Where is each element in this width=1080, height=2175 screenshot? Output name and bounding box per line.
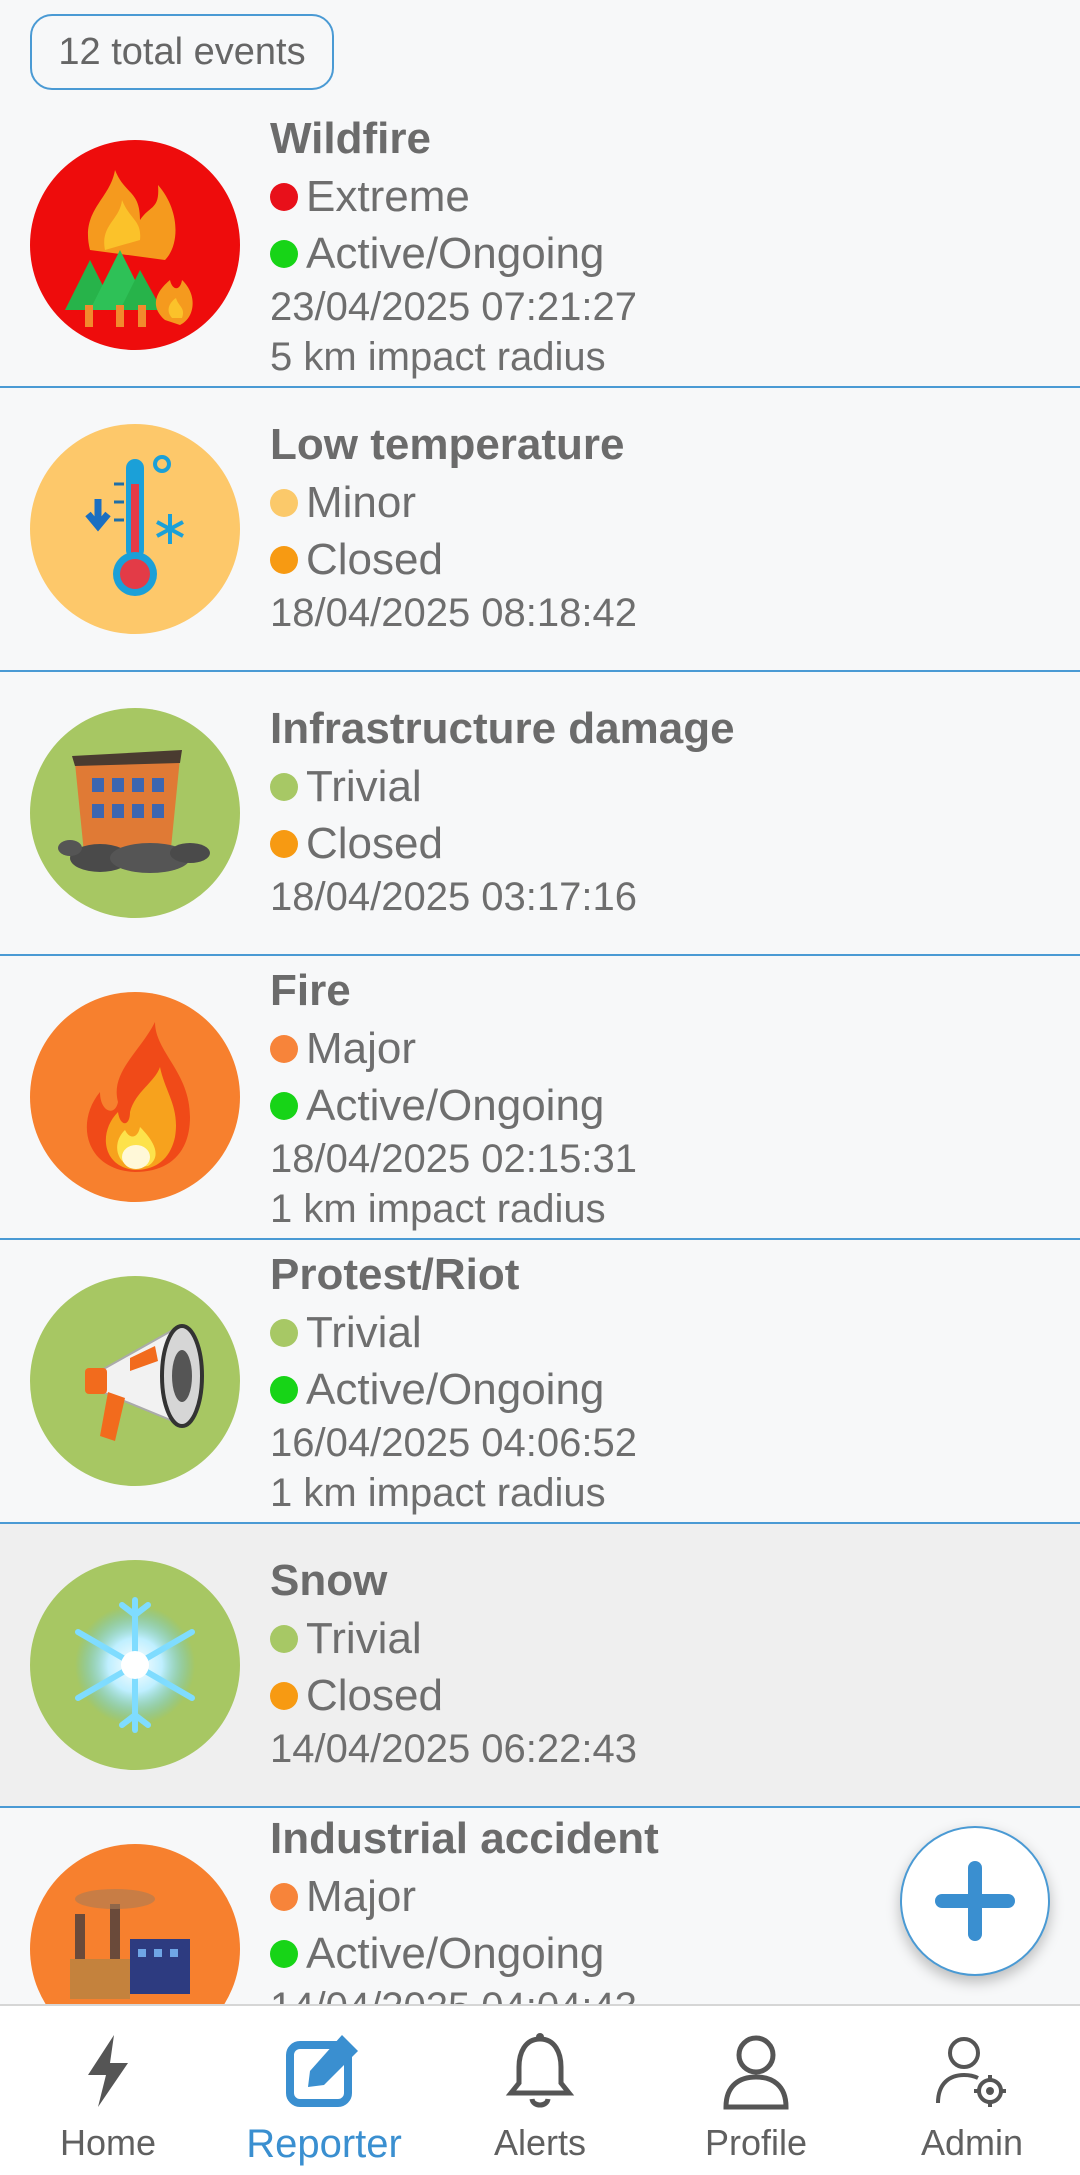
event-title: Infrastructure damage [270, 704, 735, 753]
event-timestamp: 23/04/2025 07:21:27 [270, 285, 638, 329]
total-events-badge: 12 total events [30, 14, 334, 90]
impact-radius: 1 km impact radius [270, 1471, 606, 1515]
status-label: Closed [306, 819, 443, 868]
impact-radius: 5 km impact radius [270, 335, 606, 379]
event-title: Wildfire [270, 114, 431, 163]
status-label: Closed [306, 535, 443, 584]
add-event-button[interactable] [900, 1826, 1050, 1976]
event-timestamp: 18/04/2025 02:15:31 [270, 1137, 638, 1181]
severity-line: Minor [270, 474, 1060, 531]
severity-dot [270, 1034, 298, 1063]
status-dot [270, 1375, 298, 1404]
event-row-snow[interactable]: Snow Trivial Closed 14/04/2025 06:22:43 [0, 1524, 1080, 1808]
status-line: Active/Ongoing [270, 1077, 1060, 1134]
severity-label: Trivial [306, 1308, 422, 1357]
severity-label: Minor [306, 478, 417, 527]
status-label: Closed [306, 1671, 443, 1720]
severity-dot [270, 772, 298, 801]
severity-label: Major [306, 1872, 417, 1921]
status-dot [270, 1091, 298, 1120]
severity-dot [270, 182, 298, 211]
nav-item-home[interactable]: Home [0, 2006, 216, 2175]
severity-line: Trivial [270, 1610, 1060, 1667]
event-timestamp: 16/04/2025 04:06:52 [270, 1421, 638, 1465]
event-title: Low temperature [270, 420, 625, 469]
severity-dot [270, 1624, 298, 1653]
nav-label-profile: Profile [704, 2122, 808, 2163]
status-line: Active/Ongoing [270, 225, 1060, 282]
status-label: Active/Ongoing [306, 1929, 605, 1978]
status-line: Closed [270, 1667, 1060, 1724]
status-dot [270, 545, 298, 574]
status-dot [270, 239, 298, 268]
event-timestamp: 18/04/2025 08:18:42 [270, 591, 638, 635]
megaphone-icon [30, 1276, 240, 1486]
severity-line: Trivial [270, 758, 1060, 815]
nav-item-admin[interactable]: Admin [864, 2006, 1080, 2175]
event-row-infrastructure-damage[interactable]: Infrastructure damage Trivial Closed 18/… [0, 672, 1080, 956]
event-list[interactable]: Wildfire Extreme Active/Ongoing 23/04/20… [0, 104, 1080, 2004]
nav-label-alerts: Alerts [493, 2122, 587, 2163]
event-title: Protest/Riot [270, 1250, 520, 1299]
bell-icon [495, 2026, 585, 2116]
nav-item-alerts[interactable]: Alerts [432, 2006, 648, 2175]
severity-label: Major [306, 1024, 417, 1073]
nav-item-reporter[interactable]: Reporter [216, 2006, 432, 2175]
severity-label: Trivial [306, 1614, 422, 1663]
fire-icon [30, 992, 240, 1202]
event-timestamp: 14/04/2025 04:04:43 [270, 1982, 1060, 2004]
snowflake-icon [30, 1560, 240, 1770]
severity-dot [270, 1882, 298, 1911]
plus-icon [935, 1861, 1015, 1941]
wildfire-icon [30, 140, 240, 350]
nav-item-profile[interactable]: Profile [648, 2006, 864, 2175]
factory-icon [30, 1844, 240, 2004]
admin-gear-icon [927, 2026, 1017, 2116]
severity-line: Major [270, 1020, 1060, 1077]
status-line: Active/Ongoing [270, 1361, 1060, 1418]
lightning-icon [63, 2026, 153, 2116]
event-timestamp: 14/04/2025 06:22:43 [270, 1727, 638, 1771]
status-dot [270, 829, 298, 858]
nav-label-home: Home [59, 2122, 157, 2163]
bottom-nav: Home Reporter Alerts Profile Admin [0, 2004, 1080, 2175]
event-row-protest-riot[interactable]: Protest/Riot Trivial Active/Ongoing 16/0… [0, 1240, 1080, 1524]
event-row-low-temperature[interactable]: Low temperature Minor Closed 18/04/2025 … [0, 388, 1080, 672]
nav-label-admin: Admin [920, 2122, 1024, 2163]
severity-label: Extreme [306, 172, 470, 221]
status-line: Closed [270, 815, 1060, 872]
edit-square-icon [279, 2026, 369, 2116]
status-label: Active/Ongoing [306, 1365, 605, 1414]
status-label: Active/Ongoing [306, 1081, 605, 1130]
severity-dot [270, 488, 298, 517]
damaged-building-icon [30, 708, 240, 918]
event-title: Fire [270, 966, 351, 1015]
impact-radius: 1 km impact radius [270, 1187, 606, 1231]
thermometer-icon [30, 424, 240, 634]
status-dot [270, 1939, 298, 1968]
event-title: Snow [270, 1556, 388, 1605]
event-row-fire[interactable]: Fire Major Active/Ongoing 18/04/2025 02:… [0, 956, 1080, 1240]
status-dot [270, 1681, 298, 1710]
nav-label-reporter: Reporter [246, 2122, 402, 2166]
event-row-wildfire[interactable]: Wildfire Extreme Active/Ongoing 23/04/20… [0, 104, 1080, 388]
severity-dot [270, 1318, 298, 1347]
severity-line: Trivial [270, 1304, 1060, 1361]
person-icon [711, 2026, 801, 2116]
status-label: Active/Ongoing [306, 229, 605, 278]
event-timestamp: 18/04/2025 03:17:16 [270, 875, 638, 919]
severity-line: Extreme [270, 168, 1060, 225]
status-line: Closed [270, 531, 1060, 588]
severity-label: Trivial [306, 762, 422, 811]
